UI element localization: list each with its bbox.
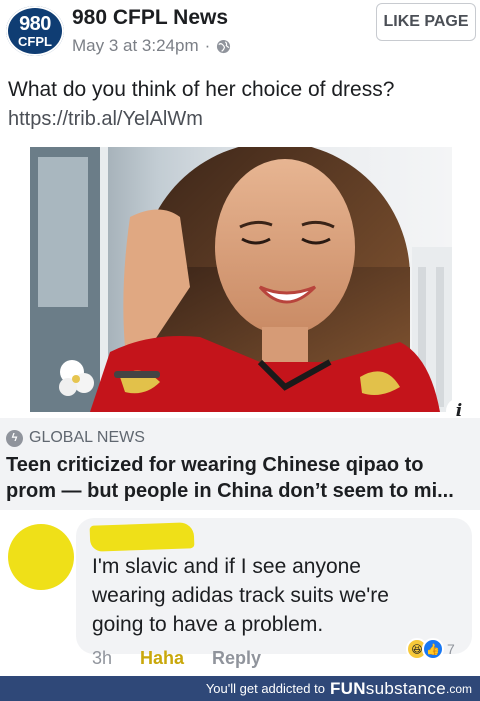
page-avatar[interactable]: 980 CFPL [6,6,64,56]
logo-line1: 980 [19,13,51,35]
page-name-link[interactable]: 980 CFPL News [72,6,228,30]
comment-line: going to have a problem. [92,613,324,636]
link-source: GLOBAL NEWS [29,429,145,446]
link-preview-image[interactable] [30,147,452,412]
meta-separator: · [204,36,211,55]
post-text: What do you think of her choice of dress… [8,78,395,101]
comment: I'm slavic and if I see anyone wearing a… [0,510,480,670]
comment-text: I'm slavic and if I see anyone wearing a… [92,552,462,639]
commenter-avatar-redacted[interactable] [8,524,74,590]
photo-illustration [30,147,452,412]
reaction-count: 7 [447,641,455,657]
commenter-name-redaction [89,522,195,552]
link-title[interactable]: Teen criticized for wearing Chinese qipa… [6,452,472,504]
source-bolt-icon: ϟ [6,429,23,447]
watermark-footer: You'll get addicted to FUNsubstance .com [0,676,480,701]
logo-line2: CFPL [18,34,52,49]
reaction-summary[interactable]: 😆 👍 7 [406,638,455,660]
footer-lead: You'll get addicted to [205,681,325,696]
post-timestamp[interactable]: May 3 at 3:24pm [72,36,199,56]
haha-button[interactable]: Haha [140,648,184,669]
like-reaction-icon: 👍 [422,638,444,660]
link-source-row: ϟ GLOBAL NEWS [6,429,145,447]
link-preview[interactable]: ϟ GLOBAL NEWS Teen criticized for wearin… [0,418,480,510]
brand-sub: substance [365,678,446,698]
comment-actions: 3h Haha Reply [92,648,261,669]
post-header: 980 CFPL 980 CFPL News May 3 at 3:24pm ·… [0,0,480,70]
footer-domain: .com [445,681,472,696]
globe-icon [217,39,231,53]
comment-line: wearing adidas track suits we're [92,584,389,607]
like-page-button[interactable]: LIKE PAGE [376,3,476,41]
brand-main: FUN [329,678,366,698]
reply-button[interactable]: Reply [212,648,261,669]
footer-brand: FUNsubstance [330,679,446,699]
comment-line: I'm slavic and if I see anyone [92,555,361,578]
post-meta: May 3 at 3:24pm · [72,36,231,56]
post-link[interactable]: https://trib.al/YelAlWm [8,108,203,131]
comment-time[interactable]: 3h [92,648,112,669]
